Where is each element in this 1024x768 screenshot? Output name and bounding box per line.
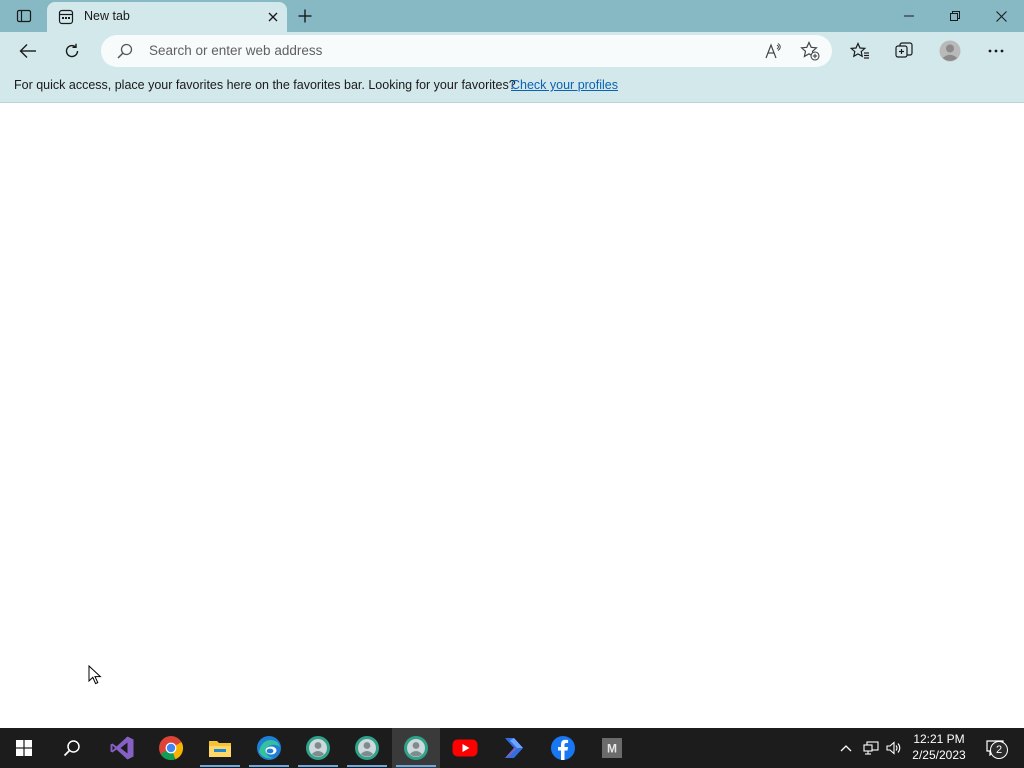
check-profiles-link[interactable]: Check your profiles	[511, 78, 618, 92]
taskbar-app-chrome[interactable]	[147, 728, 195, 768]
favorites-button[interactable]	[844, 35, 876, 67]
visual-studio-icon	[110, 736, 134, 760]
notification-count-badge: 2	[990, 741, 1008, 759]
taskbar-app-edge-profile-2[interactable]	[343, 728, 391, 768]
taskbar-app-visual-studio[interactable]	[98, 728, 146, 768]
new-tab-page-icon	[58, 9, 74, 25]
start-button[interactable]	[0, 728, 48, 768]
address-bar[interactable]: Search or enter web address	[101, 35, 832, 67]
search-icon	[117, 43, 133, 59]
close-window-button[interactable]	[978, 0, 1024, 32]
taskbar-app-power-automate[interactable]	[490, 728, 538, 768]
clock-time: 12:21 PM	[913, 732, 965, 746]
read-aloud-icon	[765, 43, 781, 59]
back-arrow-icon	[19, 44, 36, 58]
collections-icon	[895, 42, 913, 58]
edge-profile-icon	[306, 736, 330, 760]
taskbar-app-edge[interactable]	[245, 728, 293, 768]
favorites-bar-message: For quick access, place your favorites h…	[14, 78, 516, 92]
favorites-icon	[850, 42, 869, 59]
minimize-icon	[904, 15, 914, 17]
facebook-icon	[551, 736, 575, 760]
minimize-button[interactable]	[886, 0, 932, 32]
chrome-icon	[159, 736, 184, 761]
refresh-icon	[65, 43, 79, 58]
edge-icon	[257, 736, 281, 760]
tab-actions-button[interactable]	[8, 4, 40, 28]
youtube-icon	[452, 739, 478, 757]
back-button[interactable]	[12, 35, 44, 67]
windows-icon	[16, 740, 32, 756]
refresh-button[interactable]	[56, 35, 88, 67]
power-automate-icon	[505, 738, 523, 758]
restore-button[interactable]	[932, 0, 978, 32]
address-placeholder: Search or enter web address	[149, 43, 323, 58]
m-app-icon: M	[602, 738, 622, 758]
star-add-icon	[800, 41, 820, 61]
volume-icon	[886, 741, 901, 755]
settings-more-button[interactable]	[980, 35, 1012, 67]
close-tab-button[interactable]	[263, 7, 283, 27]
chevron-up-icon	[840, 745, 852, 752]
m-app-letter: M	[607, 742, 617, 756]
taskbar: M 12:21 PM 2/25/2023 2	[0, 728, 1024, 768]
restore-icon	[950, 11, 960, 21]
mouse-cursor-icon	[88, 665, 102, 685]
tab-new-tab[interactable]: New tab	[47, 2, 287, 32]
show-hidden-icons-button[interactable]	[836, 728, 856, 768]
collections-button[interactable]	[888, 35, 920, 67]
network-icon	[863, 741, 879, 755]
favorites-bar: For quick access, place your favorites h…	[0, 70, 1024, 103]
close-icon	[995, 10, 1007, 22]
network-button[interactable]	[860, 728, 882, 768]
read-aloud-button[interactable]	[762, 39, 786, 63]
clock-date: 2/25/2023	[912, 748, 966, 762]
taskbar-app-facebook[interactable]	[539, 728, 587, 768]
search-button[interactable]	[48, 728, 96, 768]
system-clock[interactable]: 12:21 PM 2/25/2023	[904, 731, 974, 763]
taskbar-app-file-explorer[interactable]	[196, 728, 244, 768]
edge-profile-icon	[355, 736, 379, 760]
avatar-icon	[939, 40, 961, 62]
action-center-button[interactable]: 2	[978, 728, 1012, 768]
navigation-toolbar: Search or enter web address	[0, 32, 1024, 70]
taskbar-app-m[interactable]: M	[588, 728, 636, 768]
edge-profile-icon	[404, 736, 428, 760]
tab-title: New tab	[84, 9, 130, 23]
search-icon	[63, 740, 80, 757]
taskbar-app-edge-profile-1[interactable]	[294, 728, 342, 768]
taskbar-app-edge-profile-3[interactable]	[392, 728, 440, 768]
add-favorite-button[interactable]	[798, 39, 822, 63]
new-tab-button[interactable]	[293, 4, 317, 28]
more-dots-icon	[988, 49, 1004, 53]
profile-button[interactable]	[934, 35, 966, 67]
file-explorer-icon	[209, 741, 231, 757]
close-icon	[268, 12, 278, 22]
volume-button[interactable]	[884, 728, 904, 768]
plus-icon	[298, 9, 312, 23]
tab-actions-icon	[16, 9, 32, 23]
page-content[interactable]	[0, 103, 1024, 728]
taskbar-app-youtube[interactable]	[441, 728, 489, 768]
title-bar: New tab	[0, 0, 1024, 32]
